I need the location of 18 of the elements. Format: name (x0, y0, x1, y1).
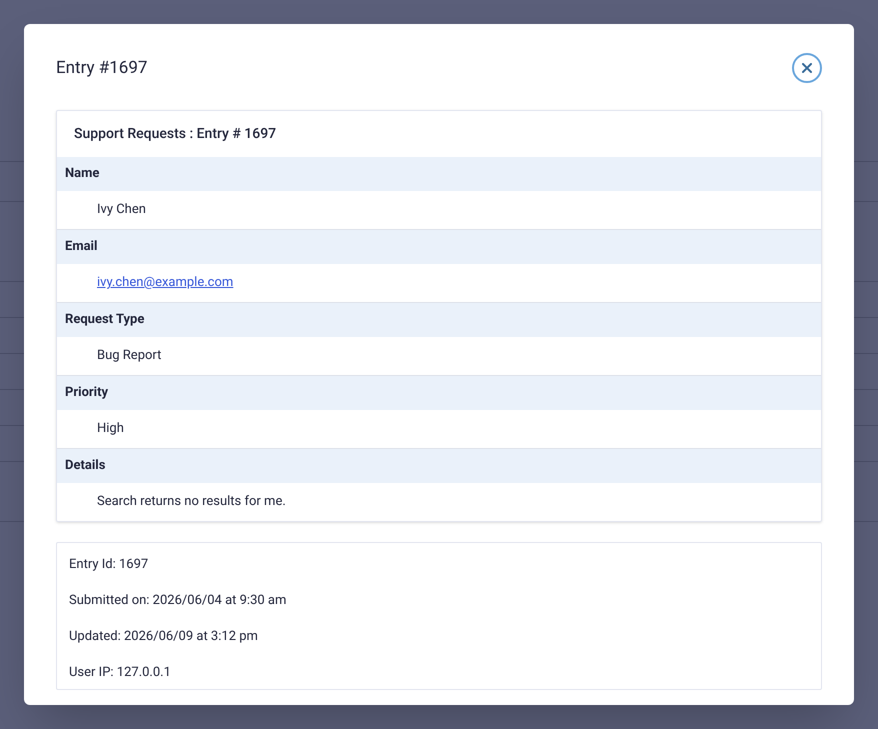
meta-text: Entry Id: 1697 (69, 556, 148, 571)
close-button[interactable] (792, 53, 822, 83)
close-icon (802, 63, 812, 73)
field-label: Request Type (57, 303, 821, 337)
modal-title: Entry #1697 (56, 57, 148, 80)
field-value: High (97, 420, 124, 438)
field-label: Details (57, 449, 821, 483)
field-value: Bug Report (97, 347, 162, 366)
email-link[interactable]: ivy.chen@example.com (97, 273, 234, 293)
field-label: Priority (57, 376, 821, 410)
meta-text: Updated: 2026/06/09 at 3:12 pm (69, 628, 258, 643)
meta-text: Submitted on: 2026/06/04 at 9:30 am (69, 592, 286, 607)
field-value: Ivy Chen (97, 201, 146, 220)
field-label: Name (57, 157, 821, 191)
field-label: Email (57, 230, 821, 264)
field-value: Search returns no results for me. (97, 493, 286, 512)
card-title: Support Requests : Entry # 1697 (73, 124, 278, 144)
meta-text: User IP: 127.0.0.1 (69, 664, 171, 679)
